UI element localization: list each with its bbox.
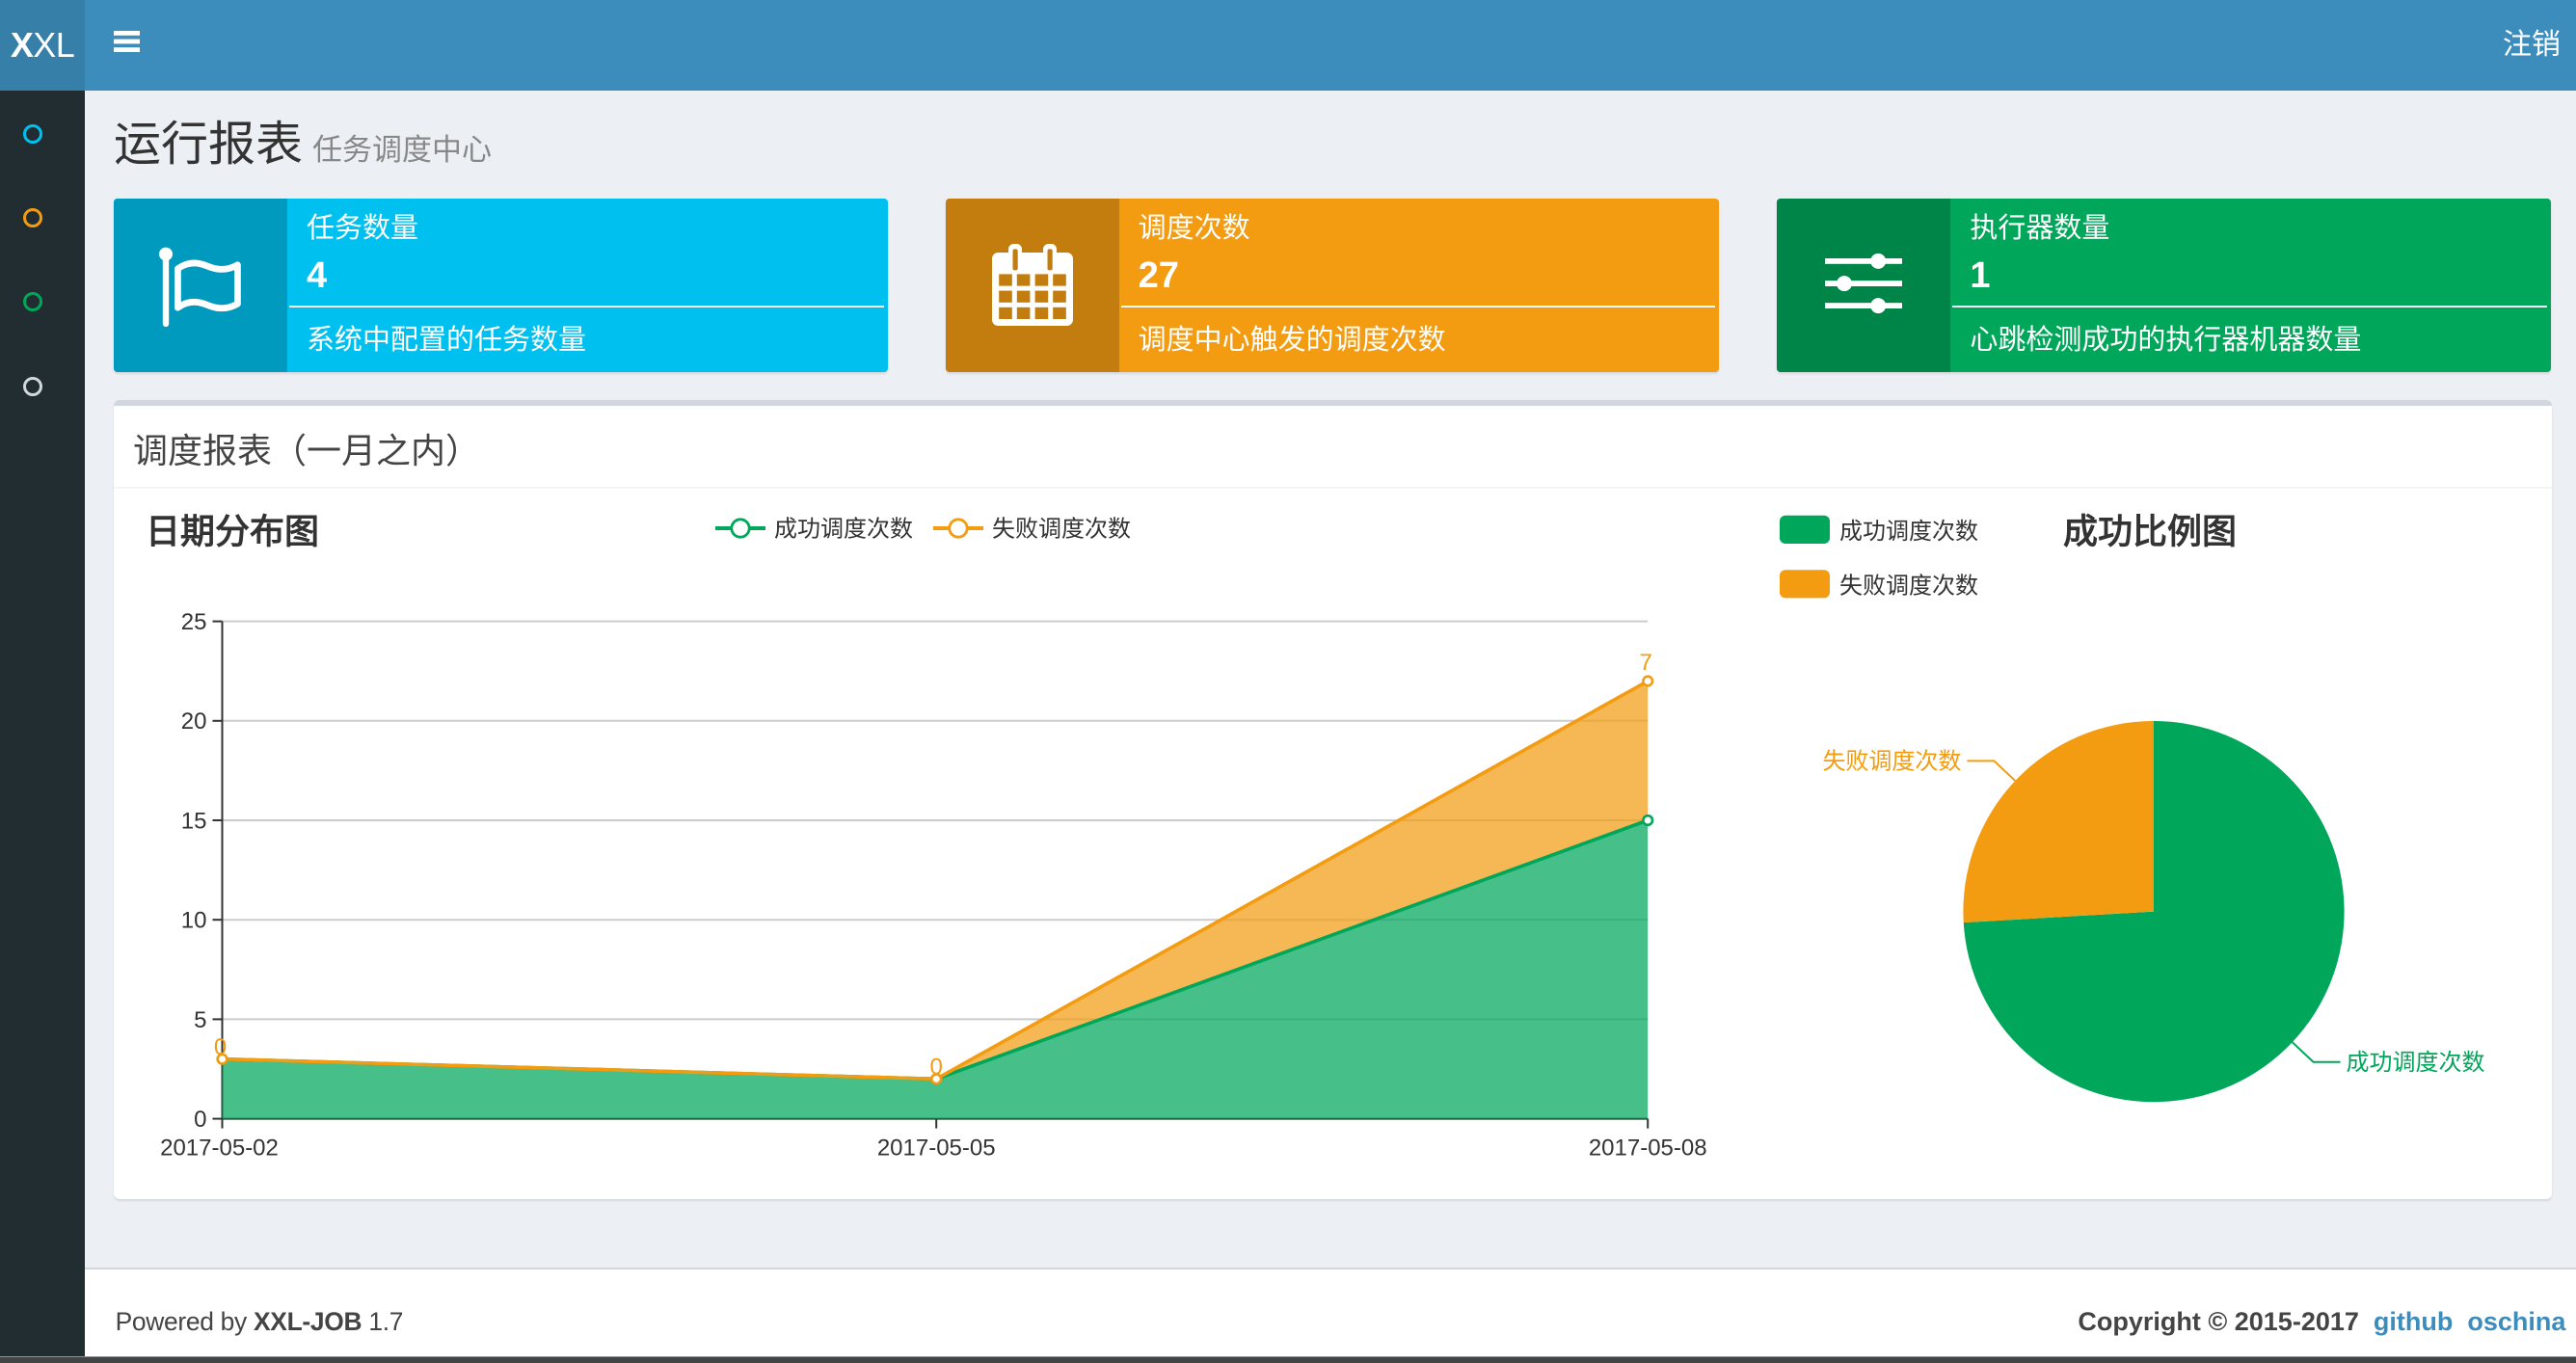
svg-text:7: 7 xyxy=(1640,650,1652,676)
svg-text:5: 5 xyxy=(194,1007,206,1033)
svg-text:15: 15 xyxy=(181,808,207,834)
svg-text:日期分布图: 日期分布图 xyxy=(146,511,319,550)
svg-text:2017-05-02: 2017-05-02 xyxy=(160,1136,279,1162)
svg-text:失败调度次数: 失败调度次数 xyxy=(1822,748,1961,774)
svg-text:0: 0 xyxy=(194,1107,206,1133)
svg-text:10: 10 xyxy=(181,908,207,934)
svg-text:成功调度次数: 成功调度次数 xyxy=(1839,519,1978,545)
svg-text:0: 0 xyxy=(930,1054,943,1080)
svg-text:成功比例图: 成功比例图 xyxy=(2063,511,2237,550)
svg-text:25: 25 xyxy=(181,609,207,635)
svg-text:成功调度次数: 成功调度次数 xyxy=(774,517,913,543)
svg-text:2017-05-08: 2017-05-08 xyxy=(1589,1136,1707,1162)
svg-text:失败调度次数: 失败调度次数 xyxy=(1839,573,1978,599)
svg-text:0: 0 xyxy=(214,1034,227,1060)
svg-text:20: 20 xyxy=(181,708,207,735)
svg-text:2017-05-05: 2017-05-05 xyxy=(877,1136,996,1162)
svg-text:失败调度次数: 失败调度次数 xyxy=(992,517,1131,543)
svg-text:成功调度次数: 成功调度次数 xyxy=(2347,1050,2485,1076)
